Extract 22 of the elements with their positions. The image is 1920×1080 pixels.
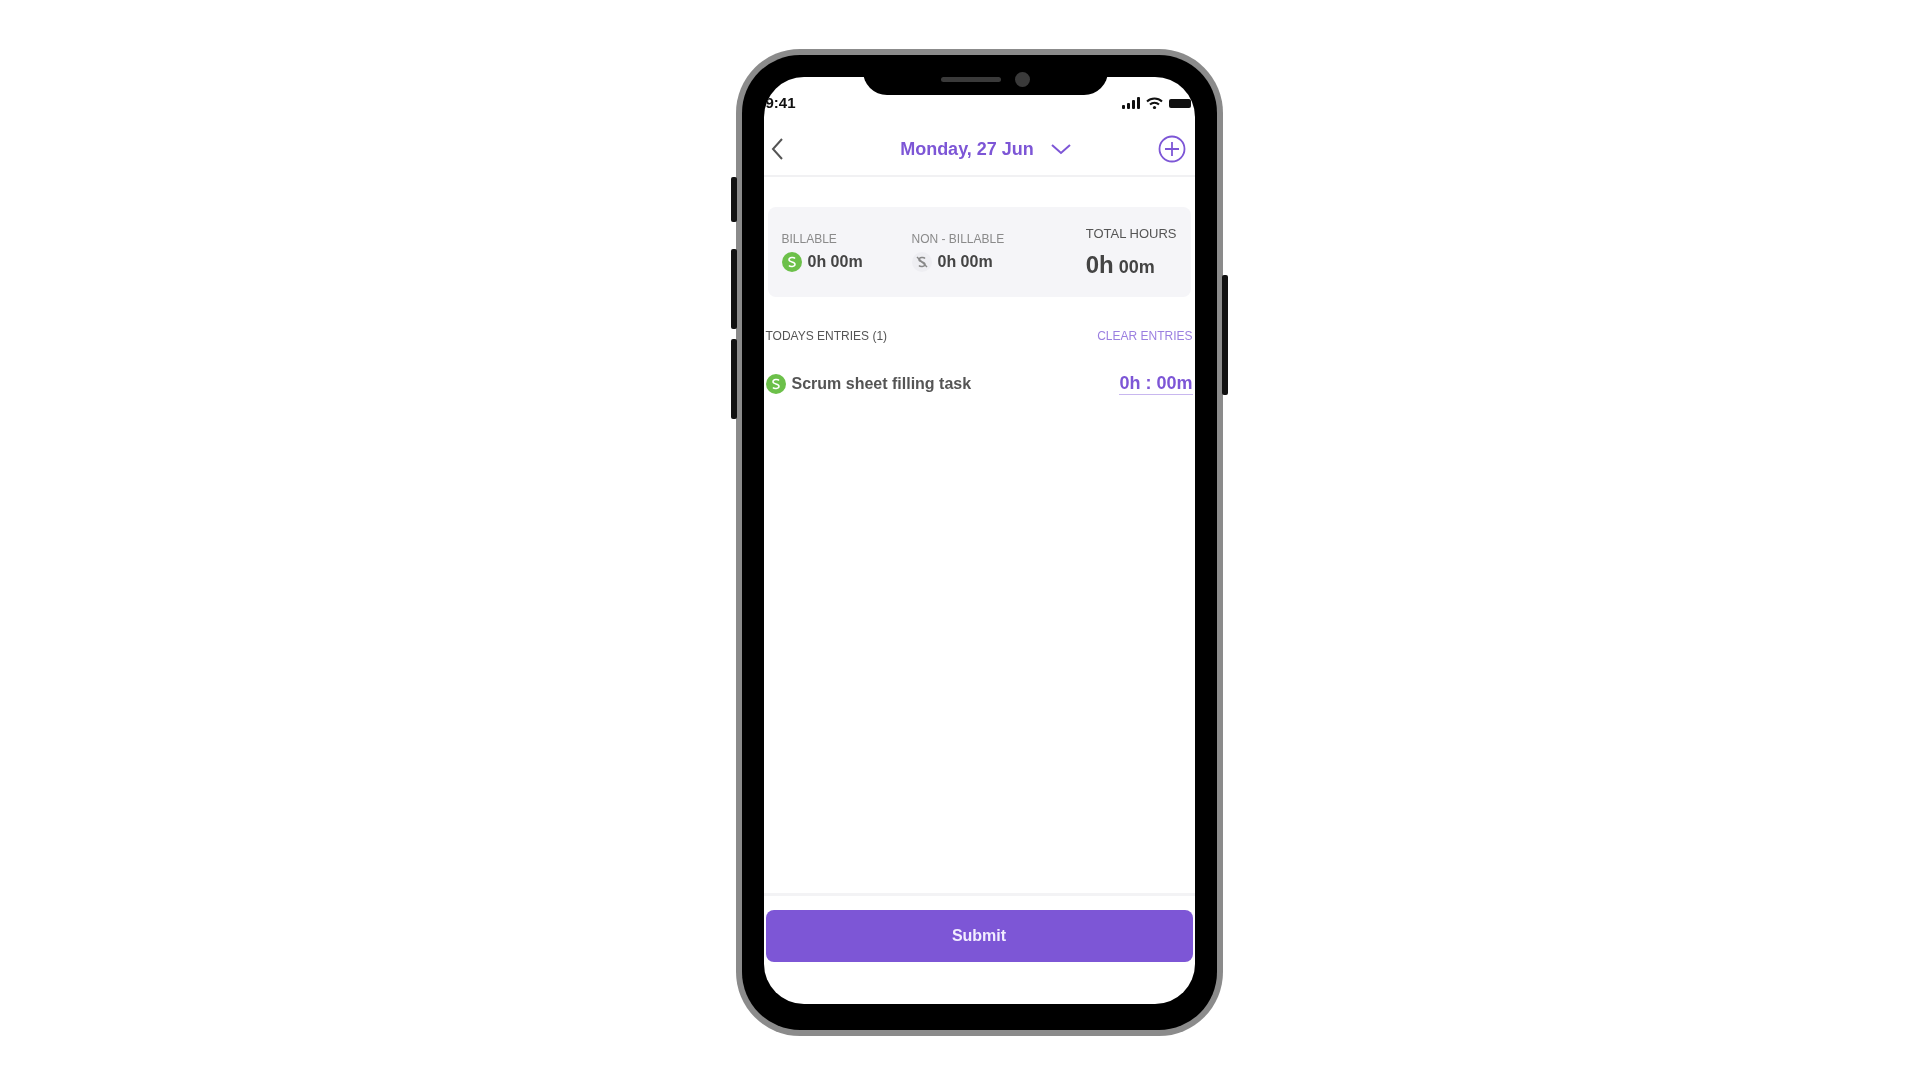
total-hours: 0h — [1085, 250, 1114, 279]
date-dropdown[interactable]: Monday, 27 Jun — [900, 138, 1072, 160]
total-label: TOTAL HOURS — [1085, 225, 1177, 241]
camera-icon — [1014, 71, 1030, 87]
chevron-down-icon — [1049, 142, 1072, 156]
entry-duration[interactable]: 0h : 00m — [1119, 373, 1193, 395]
section-title: TODAYS ENTRIES (1) — [765, 329, 888, 343]
clear-entries-link[interactable]: CLEAR ENTRIES — [1097, 329, 1193, 343]
signal-icon — [1121, 97, 1140, 109]
entry-name[interactable]: Scrum sheet filling task — [791, 375, 972, 393]
back-icon[interactable] — [769, 137, 784, 161]
wifi-icon — [1145, 97, 1163, 109]
battery-icon — [1168, 98, 1191, 108]
total-minutes: 00m — [1118, 256, 1155, 278]
submit-button[interactable]: Submit — [765, 910, 1193, 962]
status-time: 9:41 — [765, 94, 796, 111]
speaker-icon — [940, 76, 1001, 82]
summary-label: BILLABLE — [781, 232, 838, 246]
summary-value: 0h 00m — [937, 253, 993, 271]
summary-label: NON - BILLABLE — [911, 232, 1006, 246]
add-icon[interactable] — [1158, 135, 1187, 163]
summary-value: 0h 00m — [807, 253, 863, 271]
